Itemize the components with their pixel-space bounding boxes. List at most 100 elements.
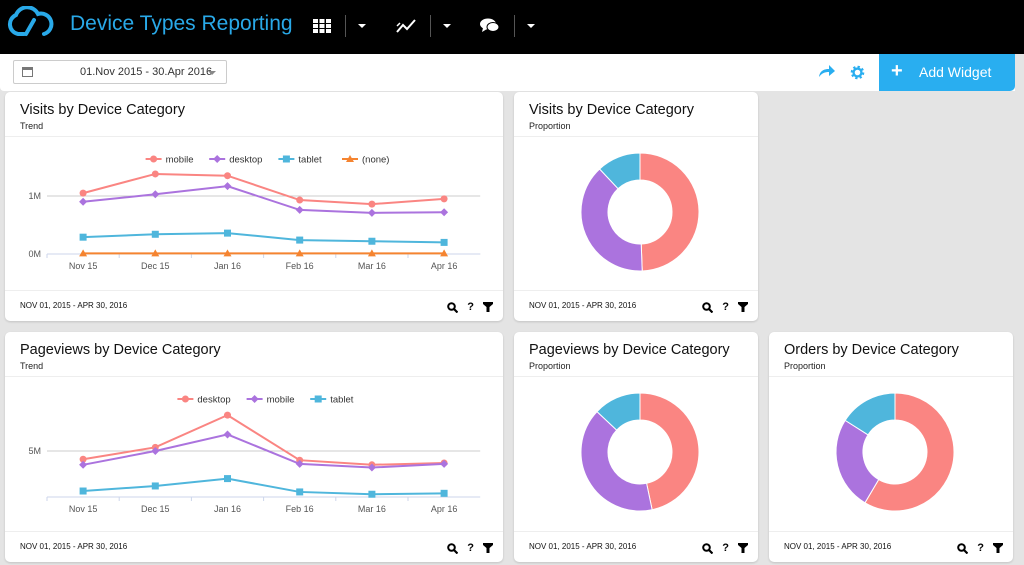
widget-visits-proportion: Visits by Device Category Proportion NOV…: [514, 92, 758, 321]
widget-subtitle: Proportion: [784, 361, 826, 371]
legend-label: tablet: [330, 395, 354, 406]
data-point[interactable]: [79, 197, 88, 206]
help-icon[interactable]: ?: [467, 542, 474, 554]
data-point[interactable]: [151, 170, 159, 178]
legend-label: mobile: [166, 155, 194, 166]
data-point[interactable]: [367, 208, 376, 217]
widget-date-range: NOV 01, 2015 - APR 30, 2016: [784, 542, 892, 551]
legend-item[interactable]: mobile: [145, 155, 194, 166]
toolbar: 01.Nov 2015 - 30.Apr 2016 + Add Widget: [0, 54, 1015, 91]
legend-marker[interactable]: [213, 155, 222, 163]
donut-slice[interactable]: [835, 419, 880, 504]
data-point[interactable]: [79, 189, 87, 197]
legend-marker[interactable]: [150, 155, 158, 163]
widget-subtitle: Proportion: [529, 121, 571, 131]
legend-item[interactable]: tablet: [278, 155, 322, 166]
x-tick-label: Feb 16: [286, 261, 314, 271]
date-range-picker[interactable]: 01.Nov 2015 - 30.Apr 2016: [13, 60, 227, 84]
help-icon[interactable]: ?: [467, 301, 474, 313]
x-tick-label: Mar 16: [358, 261, 386, 271]
data-point[interactable]: [440, 489, 448, 497]
line-chart: 0M 1M Nov 15 Dec 15 Jan 16 Feb 16 Mar 16 Apr 16…: [28, 155, 481, 271]
x-tick-label: Nov 15: [69, 261, 98, 271]
legend-item[interactable]: (none): [342, 155, 389, 166]
widget-pageviews-proportion: Pageviews by Device Category Proportion …: [514, 332, 758, 562]
help-icon[interactable]: ?: [722, 542, 729, 554]
legend-marker[interactable]: [250, 395, 259, 403]
donut-slice[interactable]: [580, 168, 643, 272]
data-point[interactable]: [79, 487, 87, 495]
data-point[interactable]: [151, 190, 160, 199]
help-icon[interactable]: ?: [722, 301, 729, 313]
search-icon[interactable]: [447, 301, 459, 313]
cloud-logo: [7, 6, 54, 36]
legend-marker[interactable]: [314, 395, 322, 403]
filter-icon[interactable]: [483, 543, 493, 553]
x-tick-label: Apr 16: [431, 261, 458, 271]
data-point[interactable]: [296, 488, 304, 496]
dashboards-menu[interactable]: [313, 14, 366, 38]
y-tick-label: 1M: [28, 191, 41, 201]
x-tick-label: Dec 15: [141, 261, 170, 271]
filter-icon[interactable]: [993, 543, 1003, 553]
legend-item[interactable]: mobile: [246, 395, 295, 406]
legend-item[interactable]: tablet: [310, 395, 354, 406]
x-tick-label: Mar 16: [358, 504, 386, 514]
data-point[interactable]: [440, 208, 449, 217]
reports-menu[interactable]: [396, 14, 451, 38]
data-point[interactable]: [295, 205, 304, 214]
filter-icon[interactable]: [738, 302, 748, 312]
data-point[interactable]: [79, 460, 88, 469]
calendar-icon: [22, 67, 33, 77]
data-point[interactable]: [151, 482, 159, 490]
data-point[interactable]: [368, 237, 376, 245]
data-point[interactable]: [224, 172, 231, 180]
data-point[interactable]: [296, 196, 304, 204]
data-point[interactable]: [223, 430, 232, 439]
legend-label: (none): [362, 155, 389, 166]
search-icon[interactable]: [702, 542, 714, 554]
data-point[interactable]: [296, 236, 304, 244]
donut-chart: [580, 152, 700, 272]
data-point[interactable]: [223, 182, 232, 191]
legend-marker[interactable]: [181, 395, 189, 403]
x-tick-label: Jan 16: [214, 504, 241, 514]
filter-icon[interactable]: [483, 302, 493, 312]
add-widget-button[interactable]: + Add Widget: [879, 54, 1015, 91]
legend-item[interactable]: desktop: [209, 155, 262, 166]
gear-icon[interactable]: [850, 65, 865, 80]
chevron-down-icon[interactable]: [527, 24, 535, 28]
donut-slice[interactable]: [639, 152, 700, 272]
legend-label: desktop: [197, 395, 230, 406]
y-tick-label: 0M: [28, 249, 41, 259]
data-point[interactable]: [224, 229, 231, 237]
x-tick-label: Dec 15: [141, 504, 170, 514]
search-icon[interactable]: [447, 542, 459, 554]
series-line: [82, 172, 445, 206]
legend-label: tablet: [298, 155, 322, 166]
x-tick-label: Feb 16: [286, 504, 314, 514]
series-line: [83, 232, 445, 244]
data-point[interactable]: [368, 200, 376, 208]
comments-menu[interactable]: [480, 14, 535, 38]
trend-icon: [396, 19, 416, 33]
help-icon[interactable]: ?: [977, 542, 984, 554]
data-point[interactable]: [224, 475, 231, 483]
legend-label: desktop: [229, 155, 262, 166]
data-point[interactable]: [79, 233, 87, 241]
data-point[interactable]: [368, 490, 376, 498]
search-icon[interactable]: [957, 542, 969, 554]
data-point[interactable]: [440, 195, 448, 203]
data-point[interactable]: [440, 238, 448, 246]
donut-chart: [580, 392, 700, 512]
chevron-down-icon[interactable]: [443, 24, 451, 28]
x-tick-label: Jan 16: [214, 261, 241, 271]
filter-icon[interactable]: [738, 543, 748, 553]
share-icon[interactable]: [818, 64, 836, 78]
legend-item[interactable]: desktop: [177, 395, 231, 406]
data-point[interactable]: [224, 411, 231, 419]
search-icon[interactable]: [702, 301, 714, 313]
data-point[interactable]: [151, 230, 159, 238]
legend-marker[interactable]: [282, 155, 290, 163]
chevron-down-icon[interactable]: [358, 24, 366, 28]
